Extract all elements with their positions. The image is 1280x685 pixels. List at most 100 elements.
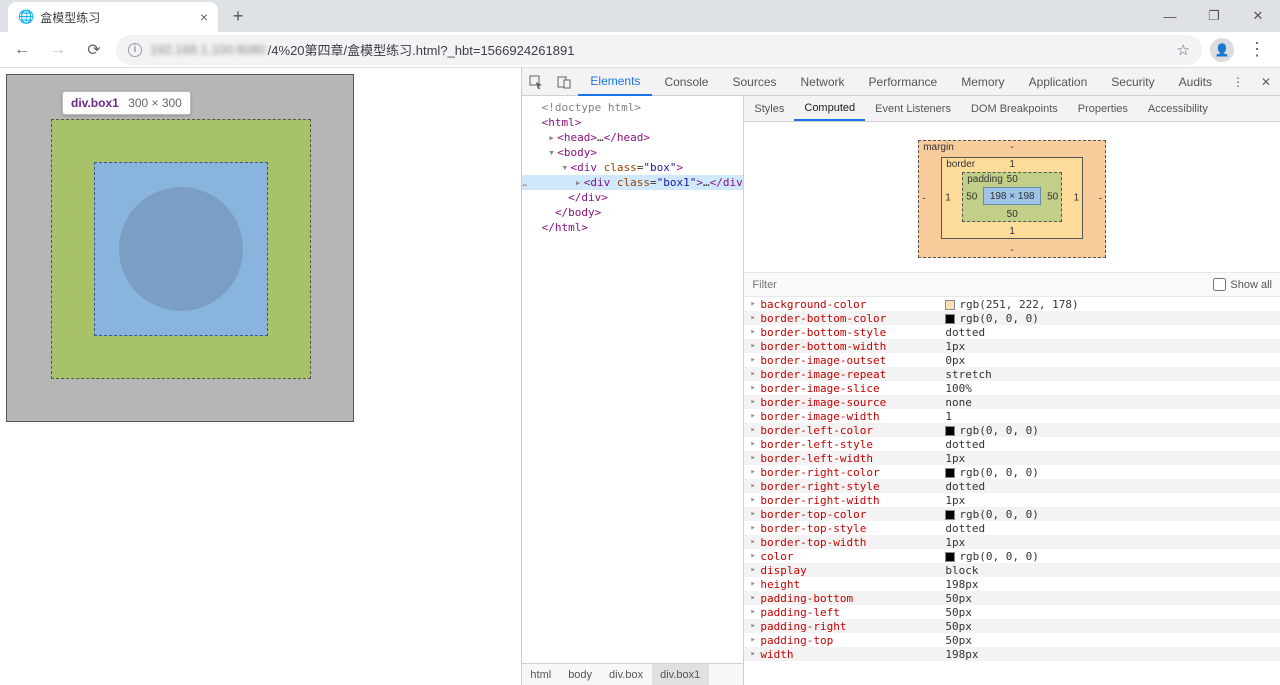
devtools-close-icon[interactable]: ✕ [1252,68,1280,96]
tab-strip: 🌐 盒模型练习 × + — ❐ ✕ [0,0,1280,32]
rendered-box[interactable]: div.box1 300 × 300 [6,74,354,422]
content-size: 198 × 198 [983,187,1041,205]
devtools-tab-performance[interactable]: Performance [857,68,950,96]
devtools-kebab-icon[interactable]: ⋮ [1224,68,1252,96]
breadcrumb-item[interactable]: html [522,664,560,685]
dom-html-close[interactable]: </html> [522,220,743,235]
tab-title: 盒模型练习 [40,9,200,26]
filter-input[interactable] [752,279,1213,291]
browser-chrome: 🌐 盒模型练习 × + — ❐ ✕ ← → ⟳ i 192.168.1.100:… [0,0,1280,68]
main-area: div.box1 300 × 300 ElementsConsoleSource… [0,68,1280,685]
tooltip-selector: div.box1 [71,96,119,110]
forward-button[interactable]: → [44,36,72,64]
computed-row[interactable]: ▸height198px [744,577,1280,591]
dom-head[interactable]: ▸<head>…</head> [522,130,743,145]
dom-doctype[interactable]: <!doctype html> [522,100,743,115]
computed-row[interactable]: ▸border-right-width1px [744,493,1280,507]
styles-panel: StylesComputedEvent ListenersDOM Breakpo… [744,96,1280,685]
devtools-tab-elements[interactable]: Elements [578,68,652,96]
devtools-tab-console[interactable]: Console [652,68,720,96]
dom-body-open[interactable]: ▾<body> [522,145,743,160]
dom-div-box1[interactable]: … ▸<div class="box1">…</div> == $0 [522,175,743,190]
devtools-tab-memory[interactable]: Memory [949,68,1016,96]
dom-body-close[interactable]: </body> [522,205,743,220]
computed-row[interactable]: ▸displayblock [744,563,1280,577]
devtools-tab-security[interactable]: Security [1099,68,1166,96]
globe-icon: 🌐 [18,9,34,25]
show-all-toggle[interactable]: Show all [1213,278,1272,291]
breadcrumb-item[interactable]: body [560,664,601,685]
reload-button[interactable]: ⟳ [80,36,108,64]
inspect-element-icon[interactable] [522,68,550,96]
devtools-header: ElementsConsoleSourcesNetworkPerformance… [522,68,1280,96]
dom-tree[interactable]: <!doctype html> <html> ▸<head>…</head> ▾… [522,96,743,663]
profile-avatar[interactable]: 👤 [1210,38,1234,62]
computed-row[interactable]: ▸border-image-width1 [744,409,1280,423]
computed-row[interactable]: ▸border-image-slice100% [744,381,1280,395]
devtools-tab-audits[interactable]: Audits [1167,68,1224,96]
computed-row[interactable]: ▸border-image-repeatstretch [744,367,1280,381]
browser-toolbar: ← → ⟳ i 192.168.1.100:8080 /4%20第四章/盒模型练… [0,32,1280,68]
subtab-computed[interactable]: Computed [794,96,865,121]
computed-row[interactable]: ▸border-bottom-width1px [744,339,1280,353]
dom-html-open[interactable]: <html> [522,115,743,130]
close-icon[interactable]: × [200,9,208,25]
breadcrumb-item[interactable]: div.box1 [652,664,709,685]
dom-breadcrumb: htmlbodydiv.boxdiv.box1 [522,663,743,685]
devtools-tab-network[interactable]: Network [789,68,857,96]
info-icon[interactable]: i [128,43,142,57]
computed-row[interactable]: ▸padding-left50px [744,605,1280,619]
computed-row[interactable]: ▸border-right-styledotted [744,479,1280,493]
address-bar[interactable]: i 192.168.1.100:8080 /4%20第四章/盒模型练习.html… [116,35,1202,65]
tooltip-dimensions: 300 × 300 [128,96,182,110]
menu-icon[interactable]: ⋮ [1242,39,1272,60]
computed-row[interactable]: ▸padding-top50px [744,633,1280,647]
devtools-body: <!doctype html> <html> ▸<head>…</head> ▾… [522,96,1280,685]
inspect-circle [119,187,243,311]
computed-row[interactable]: ▸border-left-width1px [744,451,1280,465]
border-label: border [946,159,975,170]
computed-filter-row: Show all [744,273,1280,297]
device-toggle-icon[interactable] [550,68,578,96]
computed-row[interactable]: ▸colorrgb(0, 0, 0) [744,549,1280,563]
computed-row[interactable]: ▸border-left-colorrgb(0, 0, 0) [744,423,1280,437]
url-path: /4%20第四章/盒模型练习.html?_hbt=1566924261891 [268,40,575,59]
box-model-diagram: margin - - - - border 1 1 1 1 padding [744,122,1280,273]
subtab-dom-breakpoints[interactable]: DOM Breakpoints [961,96,1068,121]
breadcrumb-item[interactable]: div.box [601,664,652,685]
computed-row[interactable]: ▸padding-right50px [744,619,1280,633]
new-tab-button[interactable]: + [224,2,252,30]
browser-tab[interactable]: 🌐 盒模型练习 × [8,2,218,32]
computed-row[interactable]: ▸border-top-styledotted [744,521,1280,535]
devtools-tabs: ElementsConsoleSourcesNetworkPerformance… [578,68,1224,96]
subtab-styles[interactable]: Styles [744,96,794,121]
subtab-event-listeners[interactable]: Event Listeners [865,96,961,121]
devtools-tab-sources[interactable]: Sources [720,68,788,96]
subtab-properties[interactable]: Properties [1068,96,1138,121]
dom-panel: <!doctype html> <html> ▸<head>…</head> ▾… [522,96,744,685]
computed-row[interactable]: ▸border-top-colorrgb(0, 0, 0) [744,507,1280,521]
computed-row[interactable]: ▸border-top-width1px [744,535,1280,549]
computed-row[interactable]: ▸border-bottom-colorrgb(0, 0, 0) [744,311,1280,325]
computed-row[interactable]: ▸border-bottom-styledotted [744,325,1280,339]
bookmark-icon[interactable]: ☆ [1177,41,1190,59]
window-controls: — ❐ ✕ [1148,1,1280,31]
computed-list[interactable]: ▸background-colorrgb(251, 222, 178)▸bord… [744,297,1280,685]
computed-row[interactable]: ▸border-image-outset0px [744,353,1280,367]
computed-row[interactable]: ▸border-image-sourcenone [744,395,1280,409]
computed-row[interactable]: ▸width198px [744,647,1280,661]
computed-row[interactable]: ▸padding-bottom50px [744,591,1280,605]
devtools-tab-application[interactable]: Application [1017,68,1100,96]
url-host: 192.168.1.100:8080 [150,42,266,57]
minimize-button[interactable]: — [1148,1,1192,31]
computed-row[interactable]: ▸background-colorrgb(251, 222, 178) [744,297,1280,311]
computed-row[interactable]: ▸border-left-styledotted [744,437,1280,451]
dom-div-box-close[interactable]: </div> [522,190,743,205]
maximize-button[interactable]: ❐ [1192,1,1236,31]
computed-row[interactable]: ▸border-right-colorrgb(0, 0, 0) [744,465,1280,479]
back-button[interactable]: ← [8,36,36,64]
styles-subtabs: StylesComputedEvent ListenersDOM Breakpo… [744,96,1280,122]
subtab-accessibility[interactable]: Accessibility [1138,96,1218,121]
dom-div-box[interactable]: ▾<div class="box"> [522,160,743,175]
close-window-button[interactable]: ✕ [1236,1,1280,31]
